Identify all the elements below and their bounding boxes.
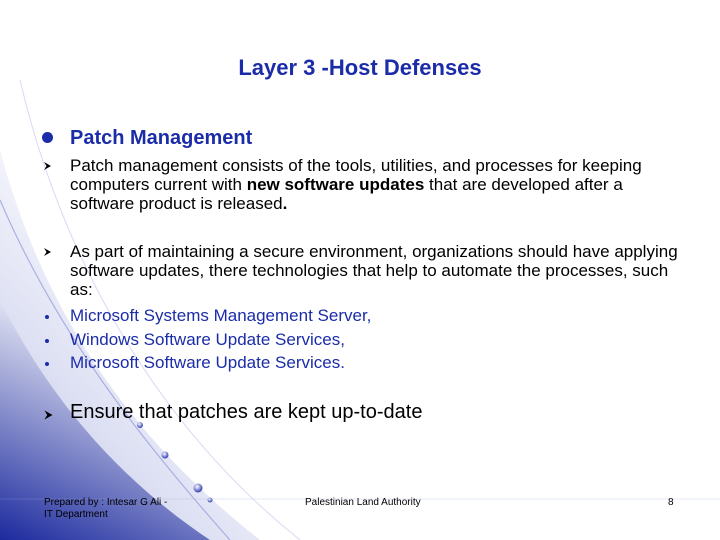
- footer-organization: Palestinian Land Authority: [305, 497, 421, 508]
- paragraph-1-text: Patch management consists of the tools, …: [70, 156, 642, 213]
- arrow-bullet-icon: [42, 403, 66, 427]
- circle-bullet-icon: [42, 127, 66, 148]
- dot-bullet-icon: [42, 306, 66, 324]
- footer-author: Prepared by : Intesar G Ali - IT Departm…: [44, 497, 168, 520]
- section-heading: Patch Management: [70, 127, 253, 149]
- closing-text: Ensure that patches are kept up-to-date: [70, 401, 423, 423]
- slide-title: Layer 3 -Host Defenses: [238, 55, 482, 80]
- page-number: 8: [668, 497, 674, 508]
- arrow-bullet-icon: [42, 156, 66, 177]
- arrow-bullet-icon: [42, 242, 66, 263]
- paragraph-2-text: As part of maintaining a secure environm…: [70, 242, 678, 299]
- dot-bullet-icon: [42, 353, 66, 371]
- list-item-text: Windows Software Update Services,: [70, 330, 345, 349]
- bold-phrase: new software updates: [246, 175, 425, 194]
- list-item-text: Microsoft Software Update Services.: [70, 353, 345, 372]
- list-item-text: Microsoft Systems Management Server,: [70, 306, 372, 325]
- slide: Layer 3 -Host Defenses Patch Management …: [0, 0, 720, 540]
- dot-bullet-icon: [42, 330, 66, 348]
